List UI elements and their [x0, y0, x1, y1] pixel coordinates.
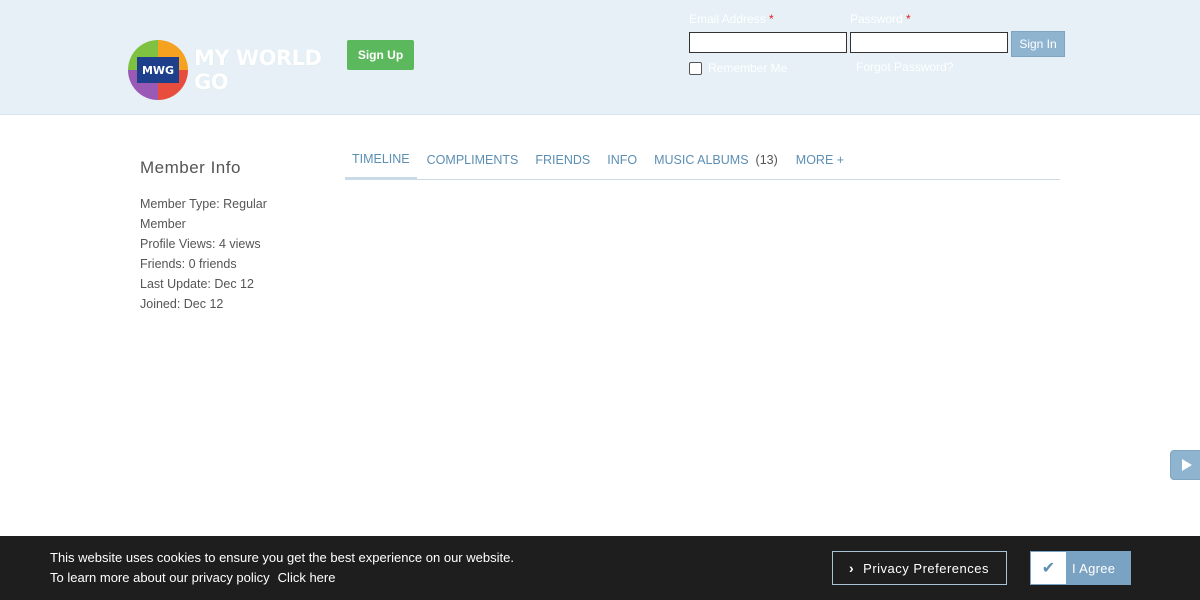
email-field[interactable] — [689, 32, 847, 53]
remember-me: Remember Me — [689, 61, 787, 75]
email-label: Email Address * — [689, 12, 774, 26]
tab-compliments[interactable]: Compliments — [420, 140, 526, 180]
tab-more[interactable]: More + — [789, 140, 851, 180]
cookie-policy-text: To learn more about our privacy policy — [50, 570, 270, 585]
sign-up-button[interactable]: Sign Up — [347, 40, 414, 70]
required-mark: * — [769, 12, 774, 26]
password-label: Password * — [850, 12, 911, 26]
cookie-consent-bar: This website uses cookies to ensure you … — [0, 536, 1200, 600]
profile-views: Profile Views: 4 views — [140, 237, 261, 251]
privacy-preferences-button[interactable]: › Privacy Preferences — [832, 551, 1007, 585]
logo-badge-text: MWG — [137, 57, 179, 83]
tab-friends[interactable]: Friends — [528, 140, 597, 180]
music-albums-count: (13) — [755, 153, 778, 167]
chevron-right-icon: › — [849, 560, 855, 576]
site-header: MWG MY WORLD GO Sign Up Email Address * … — [0, 0, 1200, 115]
friends-count: Friends: 0 friends — [140, 257, 237, 271]
site-logo[interactable]: MWG MY WORLD GO — [128, 40, 343, 100]
tab-info[interactable]: Info — [600, 140, 644, 180]
forgot-password-link[interactable]: Forgot Password? — [856, 60, 953, 74]
privacy-preferences-label: Privacy Preferences — [863, 560, 989, 576]
password-field[interactable] — [850, 32, 1008, 53]
click-here-link[interactable]: Click here — [278, 570, 336, 585]
member-type: Member Type: Regular Member — [140, 197, 267, 231]
sign-in-button[interactable]: Sign In — [1011, 31, 1065, 57]
tab-timeline[interactable]: Timeline — [345, 140, 417, 180]
member-info-list: Member Type: Regular Member Profile View… — [140, 194, 290, 314]
i-agree-label: I Agree — [1072, 560, 1116, 576]
i-agree-button[interactable]: ✔ I Agree — [1030, 551, 1131, 585]
tab-music-albums[interactable]: Music Albums (13) — [647, 140, 785, 180]
side-toggle-button[interactable] — [1170, 450, 1200, 480]
cookie-message: This website uses cookies to ensure you … — [50, 550, 514, 565]
last-update: Last Update: Dec 12 — [140, 277, 254, 291]
play-icon — [1182, 459, 1192, 471]
cookie-policy-line: To learn more about our privacy policy Cl… — [50, 570, 335, 585]
remember-me-checkbox[interactable] — [689, 61, 702, 75]
profile-tabs: Timeline Compliments Friends Info Music … — [345, 140, 1060, 180]
required-mark: * — [906, 12, 911, 26]
logo-emblem: MWG — [128, 40, 188, 100]
checkmark-icon: ✔ — [1031, 552, 1066, 584]
remember-me-label[interactable]: Remember Me — [708, 61, 787, 75]
logo-wordmark: MY WORLD GO — [194, 46, 322, 94]
joined-date: Joined: Dec 12 — [140, 297, 224, 311]
member-info-title: Member Info — [140, 158, 241, 177]
